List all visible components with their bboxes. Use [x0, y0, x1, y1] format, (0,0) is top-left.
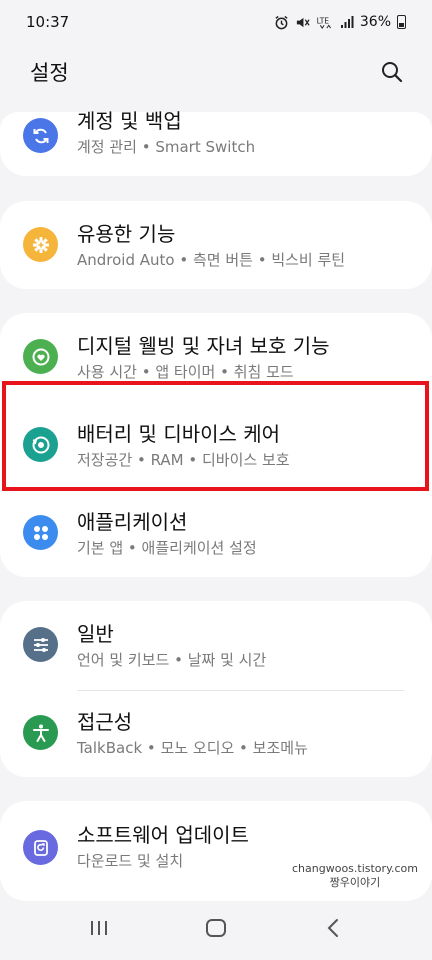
- home-icon: [205, 919, 226, 937]
- battery-icon: [397, 15, 406, 29]
- navigation-bar: [0, 896, 432, 960]
- highlight-box: [2, 381, 429, 491]
- item-title: 소프트웨어 업데이트: [77, 823, 249, 847]
- heart-circle-icon: [23, 339, 58, 374]
- search-button[interactable]: [378, 58, 406, 86]
- lte-icon: LTE: [316, 14, 334, 30]
- page-title: 설정: [30, 61, 69, 85]
- signal-icon: [340, 14, 354, 30]
- item-title: 접근성: [77, 710, 133, 734]
- battery-percent: 36%: [359, 14, 391, 30]
- settings-item-applications[interactable]: 애플리케이션 기본 앱 • 애플리케이션 설정: [0, 489, 432, 577]
- item-title: 일반: [77, 622, 114, 646]
- alarm-icon: [274, 14, 289, 30]
- sync-icon: [23, 118, 58, 153]
- status-icons: LTE 36%: [274, 14, 406, 30]
- item-subtitle: TalkBack • 모노 오디오 • 보조메뉴: [77, 739, 308, 757]
- update-icon: [23, 830, 58, 865]
- back-icon: [327, 919, 339, 937]
- settings-item-accessibility[interactable]: 접근성 TalkBack • 모노 오디오 • 보조메뉴: [0, 689, 432, 777]
- watermark-name: 짱우이야기: [329, 876, 381, 889]
- settings-item-general[interactable]: 일반 언어 및 키보드 • 날짜 및 시간: [0, 601, 432, 689]
- item-subtitle: 사용 시간 • 앱 타이머 • 취침 모드: [77, 363, 294, 381]
- settings-item-useful-features[interactable]: 유용한 기능 Android Auto • 측면 버튼 • 빅스비 루틴: [0, 201, 432, 289]
- gear-plus-icon: [23, 227, 58, 262]
- apps-grid-icon: [23, 515, 58, 550]
- item-subtitle: Android Auto • 측면 버튼 • 빅스비 루틴: [77, 251, 346, 269]
- recent-apps-icon: [90, 921, 107, 935]
- item-title: 애플리케이션: [77, 510, 188, 534]
- sliders-icon: [23, 627, 58, 662]
- item-subtitle: 계정 관리 • Smart Switch: [77, 138, 256, 156]
- item-title: 계정 및 백업: [77, 109, 182, 133]
- watermark-url: changwoos.tistory.com: [292, 862, 418, 875]
- watermark: changwoos.tistory.com 짱우이야기: [292, 862, 418, 890]
- search-icon: [382, 62, 403, 83]
- item-title: 디지털 웰빙 및 자녀 보호 기능: [77, 334, 330, 358]
- status-time: 10:37: [26, 13, 70, 31]
- item-subtitle: 언어 및 키보드 • 날짜 및 시간: [77, 651, 267, 669]
- accessibility-icon: [23, 715, 58, 750]
- svg-text:LTE: LTE: [316, 16, 329, 25]
- item-subtitle: 기본 앱 • 애플리케이션 설정: [77, 539, 257, 557]
- recent-apps-button[interactable]: [75, 908, 123, 948]
- back-button[interactable]: [309, 908, 357, 948]
- home-button[interactable]: [192, 908, 240, 948]
- header: 설정: [0, 52, 432, 92]
- mute-icon: [295, 14, 310, 30]
- status-bar: 10:37 LTE 36%: [0, 0, 432, 44]
- item-title: 유용한 기능: [77, 222, 176, 246]
- settings-item-accounts-backup[interactable]: 계정 및 백업 계정 관리 • Smart Switch: [0, 100, 432, 180]
